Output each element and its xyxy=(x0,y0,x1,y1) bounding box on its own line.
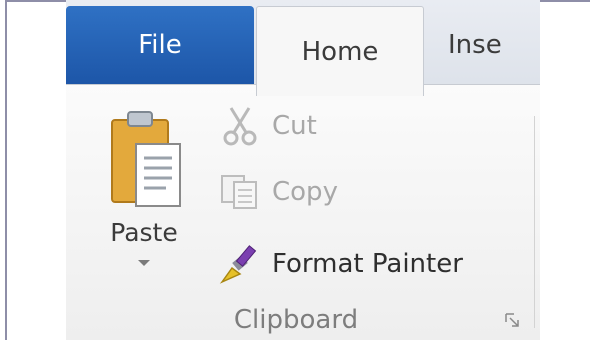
format-painter-button[interactable]: Format Painter xyxy=(216,240,463,288)
tab-home[interactable]: Home xyxy=(256,6,424,96)
paintbrush-icon xyxy=(216,240,264,288)
copy-button[interactable]: Copy xyxy=(216,168,338,216)
clipboard-group-label: Clipboard xyxy=(233,305,359,335)
window-frame-left xyxy=(5,0,7,340)
format-painter-label: Format Painter xyxy=(272,249,463,279)
copy-label: Copy xyxy=(272,177,338,207)
tab-insert-label: Inse xyxy=(448,30,502,60)
dialog-launcher-icon[interactable] xyxy=(504,312,520,328)
tab-file[interactable]: File xyxy=(66,6,254,84)
cut-label: Cut xyxy=(272,111,317,141)
tab-home-label: Home xyxy=(301,36,379,67)
scissors-icon xyxy=(216,102,264,150)
paste-button[interactable]: Paste xyxy=(94,108,194,298)
clipboard-paste-icon xyxy=(111,111,181,207)
cut-button[interactable]: Cut xyxy=(216,102,317,150)
chevron-down-icon[interactable] xyxy=(138,260,150,266)
group-divider xyxy=(534,116,535,328)
tab-insert[interactable]: Inse xyxy=(448,6,540,84)
copy-icon xyxy=(216,168,264,216)
tab-file-label: File xyxy=(138,30,182,60)
paste-label: Paste xyxy=(110,218,178,247)
ribbon-viewport: File Home Inse Paste Cut Copy Format Pai… xyxy=(66,0,540,340)
